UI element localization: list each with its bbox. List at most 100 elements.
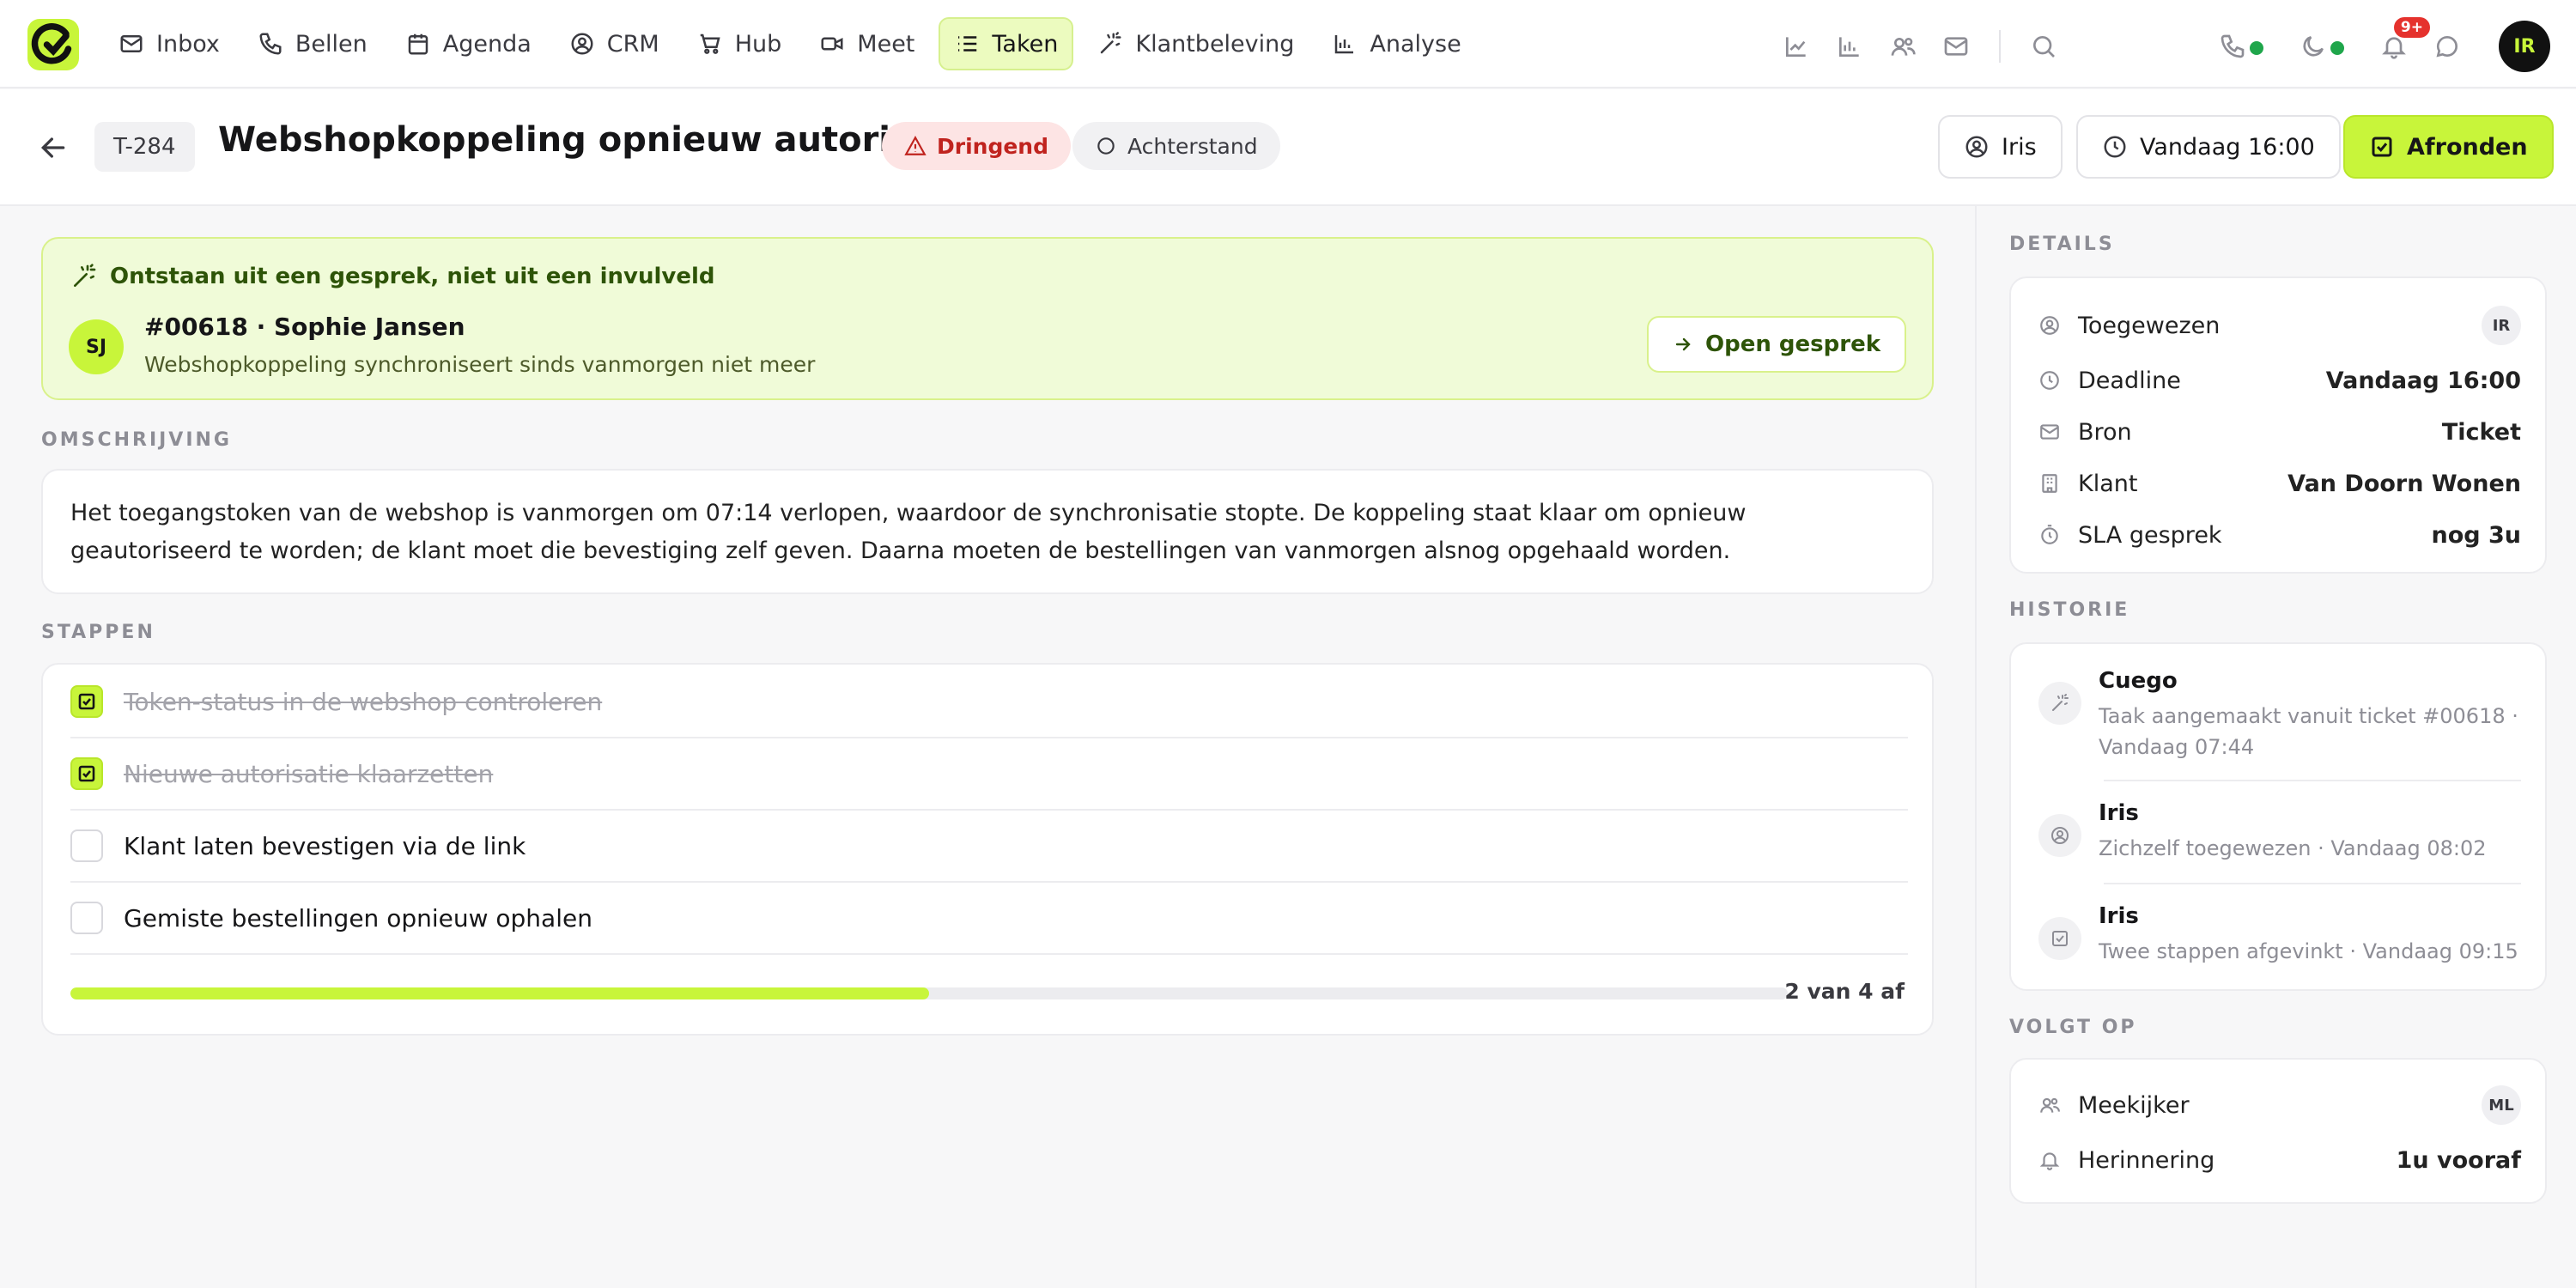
history-label: HISTORIE (2009, 599, 2130, 621)
detail-label: Bron (2078, 418, 2132, 446)
users-icon (1891, 38, 1916, 56)
step-checkbox[interactable] (70, 757, 103, 790)
nav-item-inbox[interactable]: Inbox (105, 17, 234, 70)
nav-item-bellen[interactable]: Bellen (244, 17, 381, 70)
nav-label: Inbox (156, 30, 220, 58)
detail-row-assigned: Toegewezen IR (2038, 304, 2521, 347)
nav-item-klantbeleving[interactable]: Klantbeleving (1084, 17, 1308, 70)
history-text: Taak aangemaakt vanuit ticket #00618 · V… (2099, 704, 2518, 759)
nav-label: Agenda (442, 30, 532, 58)
history-text: Zichzelf toegewezen · Vandaag 08:02 (2099, 836, 2487, 860)
nav-item-meet[interactable]: Meet (805, 17, 928, 70)
clock-icon (2040, 371, 2059, 390)
step-label: Nieuwe autorisatie klaarzetten (124, 759, 494, 788)
follow-card: Meekijker ML Herinnering 1u vooraf (2009, 1058, 2547, 1204)
team-button[interactable] (1884, 22, 1922, 70)
online-status-dot (2250, 41, 2263, 55)
assignee-avatar[interactable]: IR (2482, 306, 2521, 345)
step-checkbox[interactable] (70, 902, 103, 934)
check-square-icon (2052, 931, 2068, 946)
step-checkbox[interactable] (70, 829, 103, 862)
user-circle-icon (571, 33, 593, 55)
nav-item-agenda[interactable]: Agenda (392, 17, 545, 70)
watcher-avatar[interactable]: ML (2482, 1085, 2521, 1125)
trend-button[interactable] (1777, 22, 1815, 70)
conversation-subtitle: Webshopkoppeling synchroniseert sinds va… (144, 352, 816, 377)
search-icon (2033, 36, 2055, 58)
history-author: Iris (2099, 800, 2139, 826)
assignee-button[interactable]: Iris (1938, 115, 2063, 179)
detail-label: Deadline (2078, 367, 2181, 394)
mail-icon (2040, 424, 2059, 440)
messages-button[interactable] (1937, 22, 1975, 70)
nav-label: Taken (992, 30, 1059, 58)
detail-row-sla: SLA gesprek nog 3u (2038, 513, 2521, 556)
origin-title-text: Ontstaan uit een gesprek, niet uit een i… (110, 264, 715, 289)
building-icon (2042, 474, 2057, 493)
conversation-name: #00618 · Sophie Jansen (144, 313, 465, 341)
detail-row-source: Bron Ticket (2038, 410, 2521, 453)
nav-label: Bellen (295, 30, 368, 58)
app-logo-icon[interactable] (27, 19, 79, 70)
notification-badge: 9+ (2393, 17, 2430, 38)
follow-label-text: Meekijker (2078, 1091, 2190, 1119)
warning-triangle-icon (904, 136, 927, 155)
details-card: Toegewezen IR Deadline Vandaag 16:00 Bro… (2009, 276, 2547, 574)
step-item[interactable]: Klant laten bevestigen via de link (70, 811, 1908, 883)
history-icon (2038, 917, 2081, 960)
nav-item-taken[interactable]: Taken (939, 17, 1074, 70)
dark-mode-button[interactable] (2294, 22, 2344, 70)
detail-value: Van Doorn Wonen (2287, 470, 2521, 497)
history-item: Iris Zichzelf toegewezen · Vandaag 08:02 (2038, 800, 2521, 864)
nav-label: Hub (734, 30, 782, 58)
nav-item-analyse[interactable]: Analyse (1318, 17, 1474, 70)
back-arrow-icon[interactable] (36, 131, 70, 165)
complete-button[interactable]: Afronden (2343, 115, 2554, 179)
history-item: Iris Twee stappen afgevinkt · Vandaag 09… (2038, 903, 2521, 967)
open-conversation-button[interactable]: Open gesprek (1647, 316, 1906, 373)
nav-label: Klantbeleving (1135, 30, 1295, 58)
online-status-dot (2330, 41, 2344, 55)
history-divider (2104, 780, 2521, 781)
deadline-label: Vandaag 16:00 (2140, 133, 2315, 161)
status-badge[interactable]: Achterstand (1072, 122, 1280, 170)
phone-icon (2221, 34, 2245, 58)
follow-label-text: Herinnering (2078, 1146, 2215, 1174)
user-avatar[interactable]: IR (2499, 21, 2550, 72)
step-label: Token-status in de webshop controleren (124, 687, 603, 716)
mail-icon (1944, 37, 1968, 56)
toolbar-divider (1999, 30, 2001, 63)
steps-progress-bar (70, 987, 1788, 999)
nav-label: Analyse (1370, 30, 1461, 58)
detail-label: Klant (2078, 470, 2138, 497)
deadline-button[interactable]: Vandaag 16:00 (2076, 115, 2341, 179)
search-button[interactable] (2025, 22, 2063, 70)
history-icon (2038, 814, 2081, 857)
step-item[interactable]: Nieuwe autorisatie klaarzetten (70, 738, 1908, 811)
details-label: DETAILS (2009, 234, 2115, 255)
chat-icon (2436, 35, 2458, 58)
sparkle-icon (74, 264, 96, 287)
steps-progress-fill (70, 987, 929, 999)
bar-chart-icon (1335, 35, 1354, 54)
calendar-icon (408, 33, 428, 55)
user-circle-icon (2040, 316, 2059, 335)
stats-button[interactable] (1831, 22, 1868, 70)
customer-avatar: SJ (69, 319, 124, 374)
notifications-button[interactable]: 9+ (2375, 17, 2430, 70)
step-item[interactable]: Gemiste bestellingen opnieuw ophalen (70, 883, 1908, 955)
nav-item-crm[interactable]: CRM (556, 17, 673, 70)
step-checkbox[interactable] (70, 685, 103, 718)
step-item[interactable]: Token-status in de webshop controleren (70, 666, 1908, 738)
users-icon (2040, 1097, 2060, 1113)
bar-chart-icon (1839, 37, 1859, 57)
circle-icon (1097, 137, 1115, 155)
clock-icon (2104, 136, 2126, 158)
nav-item-hub[interactable]: Hub (683, 17, 796, 70)
follow-row-reminder: Herinnering 1u vooraf (2038, 1139, 2521, 1182)
phone-status-button[interactable] (2214, 22, 2263, 70)
chat-button[interactable] (2428, 22, 2466, 70)
priority-badge[interactable]: Dringend (882, 122, 1071, 170)
follow-row-watcher: Meekijker ML (2038, 1084, 2521, 1127)
detail-value: nog 3u (2431, 521, 2521, 549)
